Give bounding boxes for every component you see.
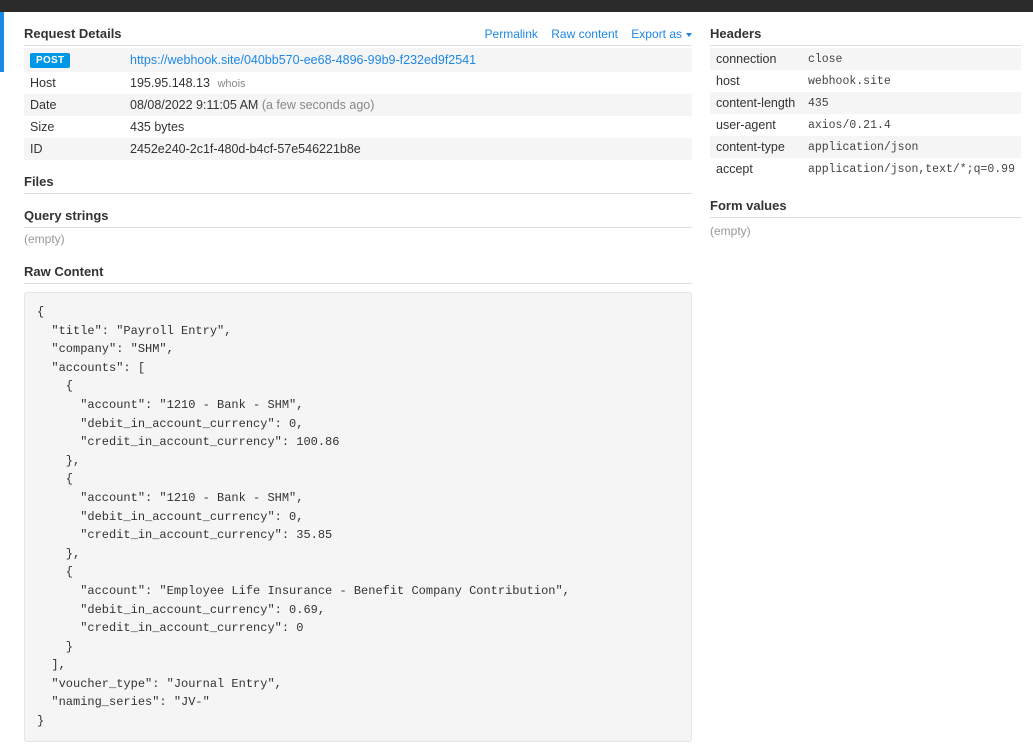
form-values-section: Form values (empty) (710, 198, 1021, 242)
query-strings-title: Query strings (24, 208, 692, 228)
header-key: connection (710, 48, 802, 70)
header-value: application/json (802, 136, 1021, 158)
host-value: 195.95.148.13 (130, 76, 210, 90)
headers-table: connection close host webhook.site conte… (710, 48, 1021, 180)
raw-content-body[interactable]: { "title": "Payroll Entry", "company": "… (24, 292, 692, 742)
header-key: content-type (710, 136, 802, 158)
table-row: Host 195.95.148.13 whois (24, 72, 692, 94)
table-row: content-length 435 (710, 92, 1021, 114)
request-details-table: POST https://webhook.site/040bb570-ee68-… (24, 48, 692, 160)
header-key: accept (710, 158, 802, 180)
headers-title: Headers (710, 26, 1021, 46)
raw-content-title: Raw Content (24, 264, 692, 284)
table-row: ID 2452e240-2c1f-480d-b4cf-57e546221b8e (24, 138, 692, 160)
host-label: Host (24, 72, 124, 94)
table-row: connection close (710, 48, 1021, 70)
export-as-dropdown[interactable]: Export as (631, 27, 692, 41)
id-label: ID (24, 138, 124, 160)
size-label: Size (24, 116, 124, 138)
table-row: user-agent axios/0.21.4 (710, 114, 1021, 136)
right-column: Headers connection close host webhook.si… (710, 26, 1021, 742)
date-label: Date (24, 94, 124, 116)
files-section: Files (24, 174, 692, 194)
id-value: 2452e240-2c1f-480d-b4cf-57e546221b8e (124, 138, 692, 160)
date-value: 08/08/2022 9:11:05 AM (130, 98, 258, 112)
form-values-empty: (empty) (710, 220, 1021, 242)
request-details-title: Request Details (24, 26, 122, 41)
sidebar-active-indicator (0, 12, 4, 72)
header-value: close (802, 48, 1021, 70)
raw-content-link[interactable]: Raw content (551, 27, 618, 41)
table-row: Date 08/08/2022 9:11:05 AM (a few second… (24, 94, 692, 116)
table-row: Size 435 bytes (24, 116, 692, 138)
header-value: 435 (802, 92, 1021, 114)
form-values-title: Form values (710, 198, 1021, 218)
header-value: application/json,text/*;q=0.99 (802, 158, 1021, 180)
header-key: host (710, 70, 802, 92)
request-url-link[interactable]: https://webhook.site/040bb570-ee68-4896-… (130, 53, 476, 67)
header-value: axios/0.21.4 (802, 114, 1021, 136)
header-value: webhook.site (802, 70, 1021, 92)
table-row: content-type application/json (710, 136, 1021, 158)
table-row: host webhook.site (710, 70, 1021, 92)
table-row: accept application/json,text/*;q=0.99 (710, 158, 1021, 180)
request-details-header: Request Details Permalink Raw content Ex… (24, 26, 692, 46)
whois-link[interactable]: whois (217, 78, 245, 90)
request-actions: Permalink Raw content Export as (475, 27, 692, 41)
table-row: POST https://webhook.site/040bb570-ee68-… (24, 48, 692, 72)
date-relative: (a few seconds ago) (262, 98, 375, 112)
raw-content-section: Raw Content { "title": "Payroll Entry", … (24, 264, 692, 742)
query-strings-section: Query strings (empty) (24, 208, 692, 250)
header-key: user-agent (710, 114, 802, 136)
permalink-link[interactable]: Permalink (485, 27, 538, 41)
left-column: Request Details Permalink Raw content Ex… (24, 26, 692, 742)
query-strings-empty: (empty) (24, 228, 692, 250)
top-nav-bar (0, 0, 1033, 12)
header-key: content-length (710, 92, 802, 114)
method-badge: POST (30, 53, 70, 68)
files-title: Files (24, 174, 692, 194)
page-content: Request Details Permalink Raw content Ex… (0, 12, 1033, 754)
size-value: 435 bytes (124, 116, 692, 138)
